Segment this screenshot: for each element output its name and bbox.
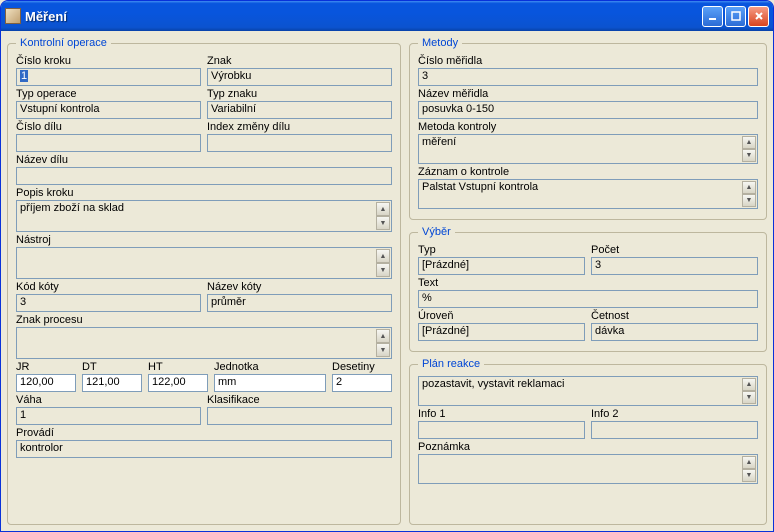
label-vyber-text: Text	[418, 277, 758, 289]
label-nazev-koty: Název kóty	[207, 281, 392, 293]
field-cislo-meridla[interactable]: 3	[418, 68, 758, 86]
label-metoda-kontroly: Metoda kontroly	[418, 121, 758, 133]
spin-metoda-kontroly[interactable]: ▲▼	[742, 136, 756, 162]
legend-plan: Plán reakce	[418, 358, 484, 370]
label-pocet: Počet	[591, 244, 758, 256]
field-nazev-meridla[interactable]: posuvka 0-150	[418, 101, 758, 119]
field-provadi[interactable]: kontrolor	[16, 440, 392, 458]
field-index-zmeny[interactable]	[207, 134, 392, 152]
label-popis-kroku: Popis kroku	[16, 187, 392, 199]
field-pocet[interactable]: 3	[591, 257, 758, 275]
label-poznamka: Poznámka	[418, 441, 758, 453]
label-jr: JR	[16, 361, 76, 373]
label-provadi: Provádí	[16, 427, 392, 439]
value-metoda-kontroly: měření	[422, 136, 456, 148]
label-nazev-dilu: Název dílu	[16, 154, 392, 166]
group-plan-reakce: Plán reakce pozastavit, vystavit reklama…	[409, 358, 767, 525]
field-nastroj[interactable]: ▲▼	[16, 247, 392, 279]
field-znak[interactable]: Výrobku	[207, 68, 392, 86]
field-nazev-dilu[interactable]	[16, 167, 392, 185]
label-typ-znaku: Typ znaku	[207, 88, 392, 100]
spin-poznamka[interactable]: ▲▼	[742, 456, 756, 482]
group-kontrolni-operace: Kontrolní operace Číslo kroku 1 Znak Výr…	[7, 37, 401, 525]
group-vyber: Výběr Typ [Prázdné] Počet 3 Text %	[409, 226, 767, 352]
label-dt: DT	[82, 361, 142, 373]
spin-znak-procesu[interactable]: ▲▼	[376, 329, 390, 357]
field-zaznam[interactable]: Palstat Vstupní kontrola ▲▼	[418, 179, 758, 209]
client-area: Kontrolní operace Číslo kroku 1 Znak Výr…	[1, 31, 773, 531]
value-plan-reakce: pozastavit, vystavit reklamaci	[422, 378, 564, 390]
field-vyber-typ[interactable]: [Prázdné]	[418, 257, 585, 275]
spin-popis-kroku[interactable]: ▲▼	[376, 202, 390, 230]
label-cetnost: Četnost	[591, 310, 758, 322]
label-uroven: Úroveň	[418, 310, 585, 322]
label-typ-operace: Typ operace	[16, 88, 201, 100]
window-buttons	[702, 6, 769, 27]
close-button[interactable]	[748, 6, 769, 27]
window-title: Měření	[25, 9, 702, 24]
field-info1[interactable]	[418, 421, 585, 439]
spin-zaznam[interactable]: ▲▼	[742, 181, 756, 207]
label-nazev-meridla: Název měřidla	[418, 88, 758, 100]
spin-plan-reakce[interactable]: ▲▼	[742, 378, 756, 404]
field-vaha[interactable]: 1	[16, 407, 201, 425]
field-vyber-text[interactable]: %	[418, 290, 758, 308]
field-popis-kroku[interactable]: příjem zboží na sklad ▲▼	[16, 200, 392, 232]
label-cislo-kroku: Číslo kroku	[16, 55, 201, 67]
field-metoda-kontroly[interactable]: měření ▲▼	[418, 134, 758, 164]
label-cislo-meridla: Číslo měřidla	[418, 55, 758, 67]
legend-metody: Metody	[418, 37, 462, 49]
field-typ-operace[interactable]: Vstupní kontrola	[16, 101, 201, 119]
label-index-zmeny: Index změny dílu	[207, 121, 392, 133]
legend-vyber: Výběr	[418, 226, 455, 238]
group-metody: Metody Číslo měřidla 3 Název měřidla pos…	[409, 37, 767, 220]
field-dt[interactable]: 121,00	[82, 374, 142, 392]
field-cislo-dilu[interactable]	[16, 134, 201, 152]
label-znak: Znak	[207, 55, 392, 67]
field-uroven[interactable]: [Prázdné]	[418, 323, 585, 341]
field-poznamka[interactable]: ▲▼	[418, 454, 758, 484]
minimize-button[interactable]	[702, 6, 723, 27]
label-info2: Info 2	[591, 408, 758, 420]
label-vyber-typ: Typ	[418, 244, 585, 256]
field-nazev-koty[interactable]: průměr	[207, 294, 392, 312]
label-znak-procesu: Znak procesu	[16, 314, 392, 326]
label-vaha: Váha	[16, 394, 201, 406]
field-klasifikace[interactable]	[207, 407, 392, 425]
label-kod-koty: Kód kóty	[16, 281, 201, 293]
field-plan-reakce[interactable]: pozastavit, vystavit reklamaci ▲▼	[418, 376, 758, 406]
window-mereni: Měření Kontrolní operace Číslo kroku 1 Z…	[0, 0, 774, 532]
field-cetnost[interactable]: dávka	[591, 323, 758, 341]
legend-kontrolni: Kontrolní operace	[16, 37, 111, 49]
titlebar: Měření	[1, 1, 773, 31]
app-icon	[5, 8, 21, 24]
label-zaznam: Záznam o kontrole	[418, 166, 758, 178]
field-kod-koty[interactable]: 3	[16, 294, 201, 312]
field-znak-procesu[interactable]: ▲▼	[16, 327, 392, 359]
label-jednotka: Jednotka	[214, 361, 326, 373]
label-desetiny: Desetiny	[332, 361, 392, 373]
spin-nastroj[interactable]: ▲▼	[376, 249, 390, 277]
right-column: Metody Číslo měřidla 3 Název měřidla pos…	[409, 37, 767, 525]
value-zaznam: Palstat Vstupní kontrola	[422, 181, 538, 193]
field-jednotka[interactable]: mm	[214, 374, 326, 392]
maximize-button[interactable]	[725, 6, 746, 27]
label-nastroj: Nástroj	[16, 234, 392, 246]
field-cislo-kroku[interactable]: 1	[16, 68, 201, 86]
field-info2[interactable]	[591, 421, 758, 439]
field-typ-znaku[interactable]: Variabilní	[207, 101, 392, 119]
label-ht: HT	[148, 361, 208, 373]
left-column: Kontrolní operace Číslo kroku 1 Znak Výr…	[7, 37, 401, 525]
label-klasifikace: Klasifikace	[207, 394, 392, 406]
label-cislo-dilu: Číslo dílu	[16, 121, 201, 133]
field-jr[interactable]: 120,00	[16, 374, 76, 392]
field-desetiny[interactable]: 2	[332, 374, 392, 392]
label-info1: Info 1	[418, 408, 585, 420]
value-popis-kroku: příjem zboží na sklad	[20, 202, 124, 214]
field-ht[interactable]: 122,00	[148, 374, 208, 392]
